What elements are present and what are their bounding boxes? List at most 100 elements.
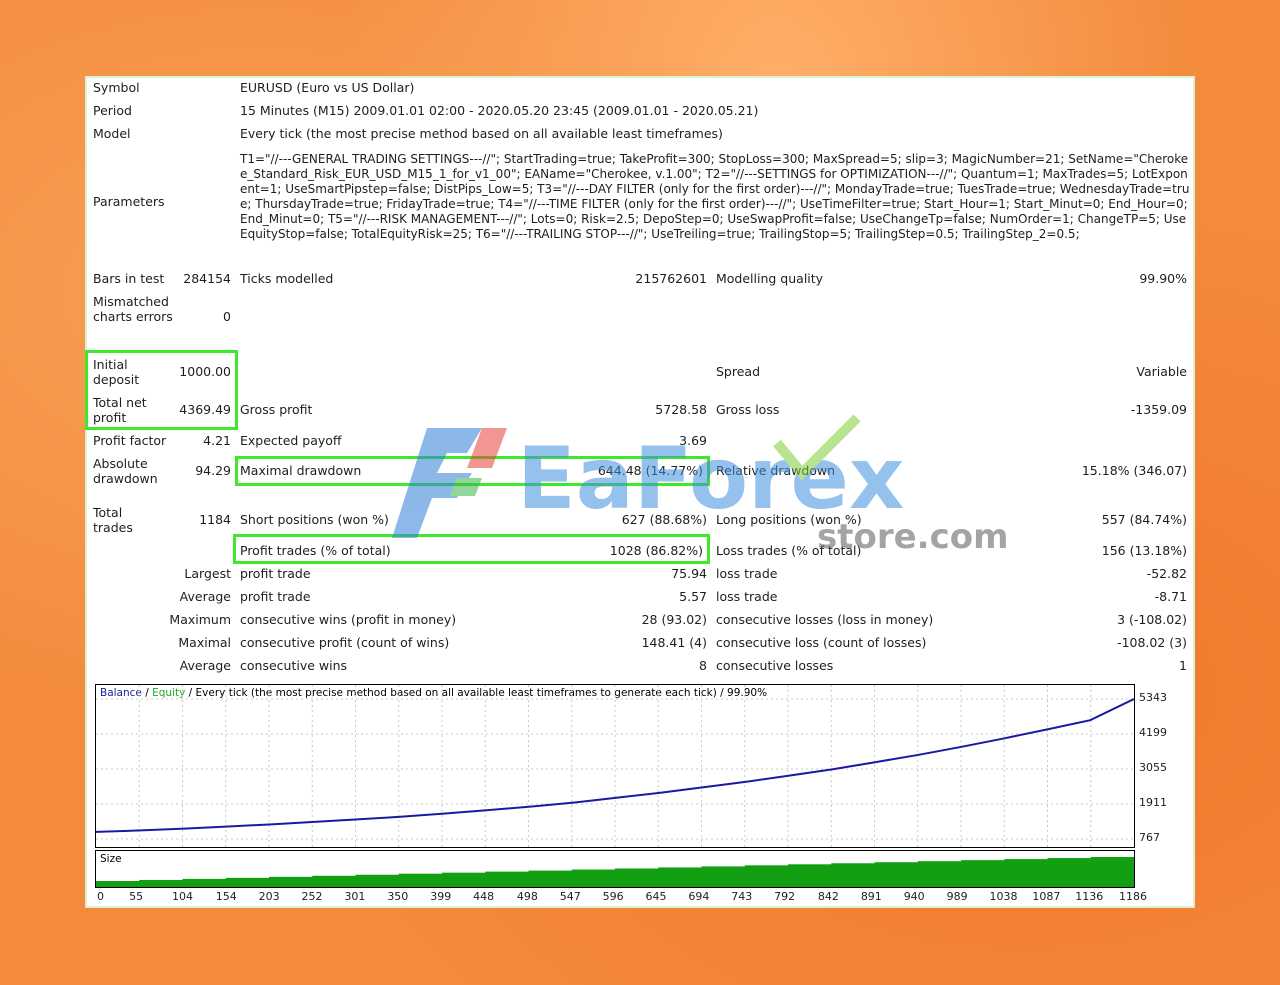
gross-profit-value: 5728.58 bbox=[655, 402, 707, 417]
relative-drawdown-value: 15.18% (346.07) bbox=[1081, 463, 1187, 478]
average-label: Average bbox=[179, 589, 231, 604]
absolute-drawdown-label: Absolute drawdown bbox=[93, 456, 158, 486]
max-consecutive-wins-value: 28 (93.02) bbox=[641, 612, 707, 627]
x-tick-label: 301 bbox=[344, 890, 366, 903]
size-bar bbox=[701, 866, 746, 887]
x-tick-label: 1186 bbox=[1119, 890, 1147, 903]
size-bar bbox=[874, 862, 919, 887]
gross-loss-value: -1359.09 bbox=[1130, 402, 1187, 417]
x-tick-label: 350 bbox=[387, 890, 409, 903]
average-consecutive-wins-label: consecutive wins bbox=[240, 658, 348, 673]
average-consecutive-wins-value: 8 bbox=[699, 658, 707, 673]
maximal-consecutive-loss-value: -108.02 (3) bbox=[1117, 635, 1187, 650]
modelling-quality-label: Modelling quality bbox=[716, 271, 824, 286]
maximal-consecutive-profit-label: consecutive profit (count of wins) bbox=[240, 635, 450, 650]
size-bar bbox=[96, 881, 140, 887]
x-tick-label: 154 bbox=[215, 890, 237, 903]
average-loss-trade-label: loss trade bbox=[716, 589, 778, 604]
bars-value: 284154 bbox=[183, 271, 231, 286]
size-bar bbox=[312, 875, 356, 887]
long-positions-label: Long positions (won %) bbox=[716, 512, 862, 527]
period-label: Period bbox=[93, 103, 132, 118]
size-plot bbox=[96, 857, 1134, 887]
x-tick-label: 645 bbox=[645, 890, 667, 903]
profit-factor-value: 4.21 bbox=[203, 433, 231, 448]
mismatch-value: 0 bbox=[223, 309, 231, 324]
balance-plot bbox=[96, 685, 1134, 847]
symbol-label: Symbol bbox=[93, 80, 140, 95]
x-tick-label: 940 bbox=[903, 890, 925, 903]
size-bar bbox=[1090, 857, 1134, 887]
x-tick-label: 1136 bbox=[1075, 890, 1104, 903]
size-panel: Size bbox=[95, 850, 1135, 888]
size-bar bbox=[398, 873, 443, 887]
largest-profit-trade-value: 75.94 bbox=[671, 566, 707, 581]
x-tick-label: 596 bbox=[602, 890, 624, 903]
spread-value: Variable bbox=[1136, 364, 1187, 379]
maximal-consecutive-profit-value: 148.41 (4) bbox=[641, 635, 707, 650]
expected-payoff-label: Expected payoff bbox=[240, 433, 342, 448]
x-tick-label: 203 bbox=[258, 890, 280, 903]
average-consecutive-label: Average bbox=[179, 658, 231, 673]
size-bar bbox=[355, 874, 400, 887]
size-bar bbox=[1047, 858, 1092, 887]
x-tick-label: 252 bbox=[301, 890, 323, 903]
x-tick-label: 0 bbox=[97, 890, 104, 903]
short-positions-label: Short positions (won %) bbox=[240, 512, 389, 527]
largest-loss-trade-value: -52.82 bbox=[1146, 566, 1187, 581]
x-tick-label: 842 bbox=[817, 890, 839, 903]
mismatch-label: Mismatched charts errors bbox=[93, 294, 173, 324]
y-tick-label: 3055 bbox=[1139, 761, 1167, 774]
ticks-value: 215762601 bbox=[635, 271, 707, 286]
highlight-maximal-drawdown bbox=[235, 456, 710, 486]
total-trades-value: 1184 bbox=[199, 512, 231, 527]
average-consecutive-losses-value: 1 bbox=[1179, 658, 1187, 673]
expected-payoff-value: 3.69 bbox=[679, 433, 707, 448]
average-profit-trade-label: profit trade bbox=[240, 589, 311, 604]
y-tick-label: 5343 bbox=[1139, 691, 1167, 704]
largest-label: Largest bbox=[184, 566, 231, 581]
size-bar bbox=[917, 861, 962, 887]
x-tick-label: 55 bbox=[129, 890, 144, 903]
size-bar bbox=[744, 865, 789, 887]
max-consecutive-losses-label: consecutive losses (loss in money) bbox=[716, 612, 934, 627]
parameters-value: T1="//---GENERAL TRADING SETTINGS---//";… bbox=[240, 152, 1190, 241]
model-value: Every tick (the most precise method base… bbox=[240, 126, 723, 141]
x-tick-label: 547 bbox=[559, 890, 581, 903]
maximal-consecutive-loss-label: consecutive loss (count of losses) bbox=[716, 635, 927, 650]
size-bar bbox=[831, 863, 875, 887]
bars-label: Bars in test bbox=[93, 271, 165, 286]
y-tick-label: 1911 bbox=[1139, 796, 1167, 809]
size-bar bbox=[658, 867, 702, 887]
size-bar bbox=[269, 876, 313, 887]
loss-trades-value: 156 (13.18%) bbox=[1101, 543, 1187, 558]
x-tick-label: 792 bbox=[774, 890, 796, 903]
x-tick-label: 743 bbox=[731, 890, 753, 903]
maximal-label: Maximal bbox=[178, 635, 231, 650]
max-consecutive-wins-label: consecutive wins (profit in money) bbox=[240, 612, 457, 627]
largest-loss-trade-label: loss trade bbox=[716, 566, 778, 581]
size-bar bbox=[788, 864, 832, 887]
maximum-label: Maximum bbox=[169, 612, 231, 627]
highlight-profit-trades bbox=[233, 534, 710, 564]
short-positions-value: 627 (88.68%) bbox=[621, 512, 707, 527]
x-tick-label: 1087 bbox=[1032, 890, 1061, 903]
size-bar bbox=[139, 879, 183, 887]
largest-profit-trade-label: profit trade bbox=[240, 566, 311, 581]
size-bar bbox=[571, 869, 616, 887]
average-loss-trade-value: -8.71 bbox=[1154, 589, 1187, 604]
balance-chart: Balance / Equity / Every tick (the most … bbox=[95, 684, 1135, 848]
y-tick-label: 767 bbox=[1139, 831, 1160, 844]
gross-profit-label: Gross profit bbox=[240, 402, 313, 417]
x-tick-label: 448 bbox=[473, 890, 495, 903]
average-profit-trade-value: 5.57 bbox=[679, 589, 707, 604]
report-panel: Symbol EURUSD (Euro vs US Dollar) Period… bbox=[85, 76, 1195, 908]
gross-loss-label: Gross loss bbox=[716, 402, 780, 417]
average-consecutive-losses-label: consecutive losses bbox=[716, 658, 834, 673]
spread-label: Spread bbox=[716, 364, 761, 379]
size-bar bbox=[485, 871, 529, 887]
relative-drawdown-label: Relative drawdown bbox=[716, 463, 836, 478]
max-consecutive-losses-value: 3 (-108.02) bbox=[1117, 612, 1187, 627]
x-tick-label: 1038 bbox=[989, 890, 1018, 903]
size-bar bbox=[442, 872, 486, 887]
